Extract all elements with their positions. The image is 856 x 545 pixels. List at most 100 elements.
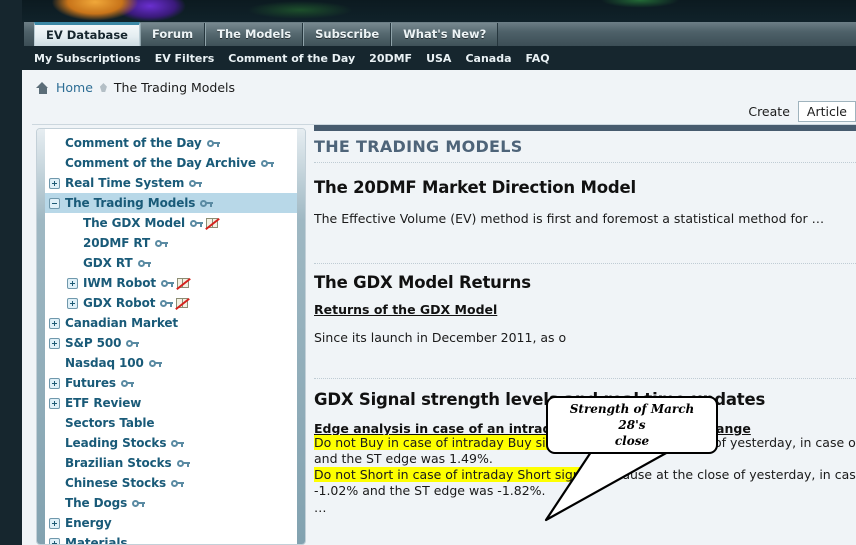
no-book-icon [175, 297, 191, 310]
sidebar-item-label: Sectors Table [65, 416, 155, 430]
tree-expand-icon[interactable] [49, 317, 60, 329]
tree-collapse-icon[interactable] [49, 197, 60, 209]
sidebar-item-label: Chinese Stocks [65, 476, 167, 490]
subnav-item-usa[interactable]: USA [426, 52, 451, 65]
key-icon [137, 259, 151, 268]
sidebar-item-icons [171, 479, 185, 488]
secondary-navbar: My Subscriptions EV Filters Comment of the… [0, 46, 856, 70]
callout-text: Strength of March 28's close [548, 401, 716, 449]
sidebar-item-materials[interactable]: Materials [45, 533, 299, 545]
sidebar-item-icons [126, 339, 140, 348]
tab-what-s-new[interactable]: What's New? [391, 23, 499, 46]
sidebar-item-gdx-robot[interactable]: GDX Robot [45, 293, 299, 313]
tree-expand-icon[interactable] [49, 337, 60, 349]
sidebar-item-iwm-robot[interactable]: IWM Robot [45, 273, 299, 293]
sidebar-item-the-dogs[interactable]: The Dogs [45, 493, 299, 513]
key-icon [176, 459, 190, 468]
tab-the-models[interactable]: The Models [205, 23, 304, 46]
primary-tabs: EV Database Forum The Models Subscribe What'… [34, 22, 499, 46]
create-label: Create [748, 104, 790, 119]
subnav-item-ev-filters[interactable]: EV Filters [155, 52, 215, 65]
sidebar-item-icons [171, 439, 185, 448]
secondary-nav-items: My Subscriptions EV Filters Comment of the… [34, 52, 550, 65]
sidebar-item-label: Comment of the Day Archive [65, 156, 256, 170]
subnav-item-20dmf[interactable]: 20DMF [369, 52, 412, 65]
content-column: THE TRADING MODELS The 20DMF Market Dire… [314, 125, 856, 545]
key-icon [155, 239, 169, 248]
sidebar-item-s-p-500[interactable]: S&P 500 [45, 333, 299, 353]
sidebar-item-label: GDX RT [83, 256, 133, 270]
sidebar-item-icons [120, 379, 134, 388]
tree-expand-icon[interactable] [49, 397, 60, 409]
tab-subscribe[interactable]: Subscribe [303, 23, 392, 46]
callout-line-1: Strength of March 28's [569, 402, 695, 432]
sidebar-item-chinese-stocks[interactable]: Chinese Stocks [45, 473, 299, 493]
sidebar-item-energy[interactable]: Energy [45, 513, 299, 533]
sidebar-item-the-trading-models[interactable]: The Trading Models [45, 193, 299, 213]
sidebar-item-icons [176, 459, 190, 468]
tree-expand-icon[interactable] [49, 377, 60, 389]
breadcrumb: Home The Trading Models [36, 80, 235, 95]
subnav-item-my-subscriptions[interactable]: My Subscriptions [34, 52, 141, 65]
create-type-select[interactable]: Article [797, 101, 856, 122]
tree-expand-icon[interactable] [49, 537, 60, 544]
tab-ev-database[interactable]: EV Database [34, 22, 140, 46]
site-banner-artwork [0, 0, 856, 22]
key-icon [190, 219, 204, 228]
sidebar-item-label: IWM Robot [83, 276, 156, 290]
sidebar-item-label: Futures [65, 376, 116, 390]
key-icon [206, 139, 220, 148]
sidebar-item-comment-of-the-day[interactable]: Comment of the Day [45, 133, 299, 153]
sidebar-item-label: 20DMF RT [83, 236, 151, 250]
sidebar-item-canadian-market[interactable]: Canadian Market [45, 313, 299, 333]
sidebar-item-label: ETF Review [65, 396, 142, 410]
tree-expand-icon[interactable] [49, 517, 60, 529]
sidebar-item-etf-review[interactable]: ETF Review [45, 393, 299, 413]
sidebar-item-icons [200, 199, 214, 208]
sidebar-item-icons [148, 359, 162, 368]
key-icon [160, 279, 174, 288]
chevron-separator-icon [99, 83, 107, 92]
key-icon [160, 299, 174, 308]
heading-gdx-returns: The GDX Model Returns [314, 273, 531, 292]
sidebar-item-icons [160, 297, 191, 310]
tree-expand-icon[interactable] [67, 297, 78, 309]
sidebar-item-futures[interactable]: Futures [45, 373, 299, 393]
tree-expand-icon[interactable] [49, 177, 60, 189]
callout-bubble[interactable]: Strength of March 28's close [546, 396, 718, 454]
sidebar-item-real-time-system[interactable]: Real Time System [45, 173, 299, 193]
sidebar-item-nasdaq-100[interactable]: Nasdaq 100 [45, 353, 299, 373]
sidebar-item-brazilian-stocks[interactable]: Brazilian Stocks [45, 453, 299, 473]
no-book-icon [205, 217, 220, 230]
highlighted-signal-text: Do not Short in case of intraday Short s… [314, 467, 596, 482]
breadcrumb-current: The Trading Models [113, 80, 236, 95]
breadcrumb-home-link[interactable]: Home [56, 80, 93, 95]
edge-analysis-plain: -1.02% and the ST edge was -1.82%. [314, 483, 546, 498]
sidebar-item-gdx-rt[interactable]: GDX RT [45, 253, 299, 273]
returns-of-gdx-model-link[interactable]: Returns of the GDX Model [314, 302, 497, 317]
key-icon [132, 499, 146, 508]
sidebar-item-icons [260, 159, 274, 168]
tree-expand-icon[interactable] [67, 277, 78, 289]
sidebar-item-icons [155, 239, 169, 248]
paragraph-launch: Since its launch in December 2011, as o [314, 330, 567, 345]
content-ellipsis: … [314, 500, 327, 515]
sidebar-item-leading-stocks[interactable]: Leading Stocks [45, 433, 299, 453]
sidebar-item-label: Materials [65, 536, 128, 545]
sidebar-item-the-gdx-model[interactable]: The GDX Model [45, 213, 299, 233]
home-icon [36, 81, 49, 94]
sidebar-item-label: GDX Robot [83, 296, 156, 310]
sidebar-item-comment-of-the-day-archive[interactable]: Comment of the Day Archive [45, 153, 299, 173]
key-icon [200, 199, 214, 208]
sidebar-item-label: Brazilian Stocks [65, 456, 172, 470]
subnav-item-canada[interactable]: Canada [465, 52, 511, 65]
sidebar-item-label: Comment of the Day [65, 136, 202, 150]
subnav-item-comment-of-the-day[interactable]: Comment of the Day [228, 52, 355, 65]
paragraph-20dmf: The Effective Volume (EV) method is firs… [314, 211, 825, 226]
key-icon [126, 339, 140, 348]
sidebar-item-sectors-table[interactable]: Sectors Table [45, 413, 299, 433]
sidebar-item-label: The GDX Model [83, 216, 186, 230]
subnav-item-faq[interactable]: FAQ [526, 52, 550, 65]
sidebar-item-20dmf-rt[interactable]: 20DMF RT [45, 233, 299, 253]
tab-forum[interactable]: Forum [139, 23, 206, 46]
